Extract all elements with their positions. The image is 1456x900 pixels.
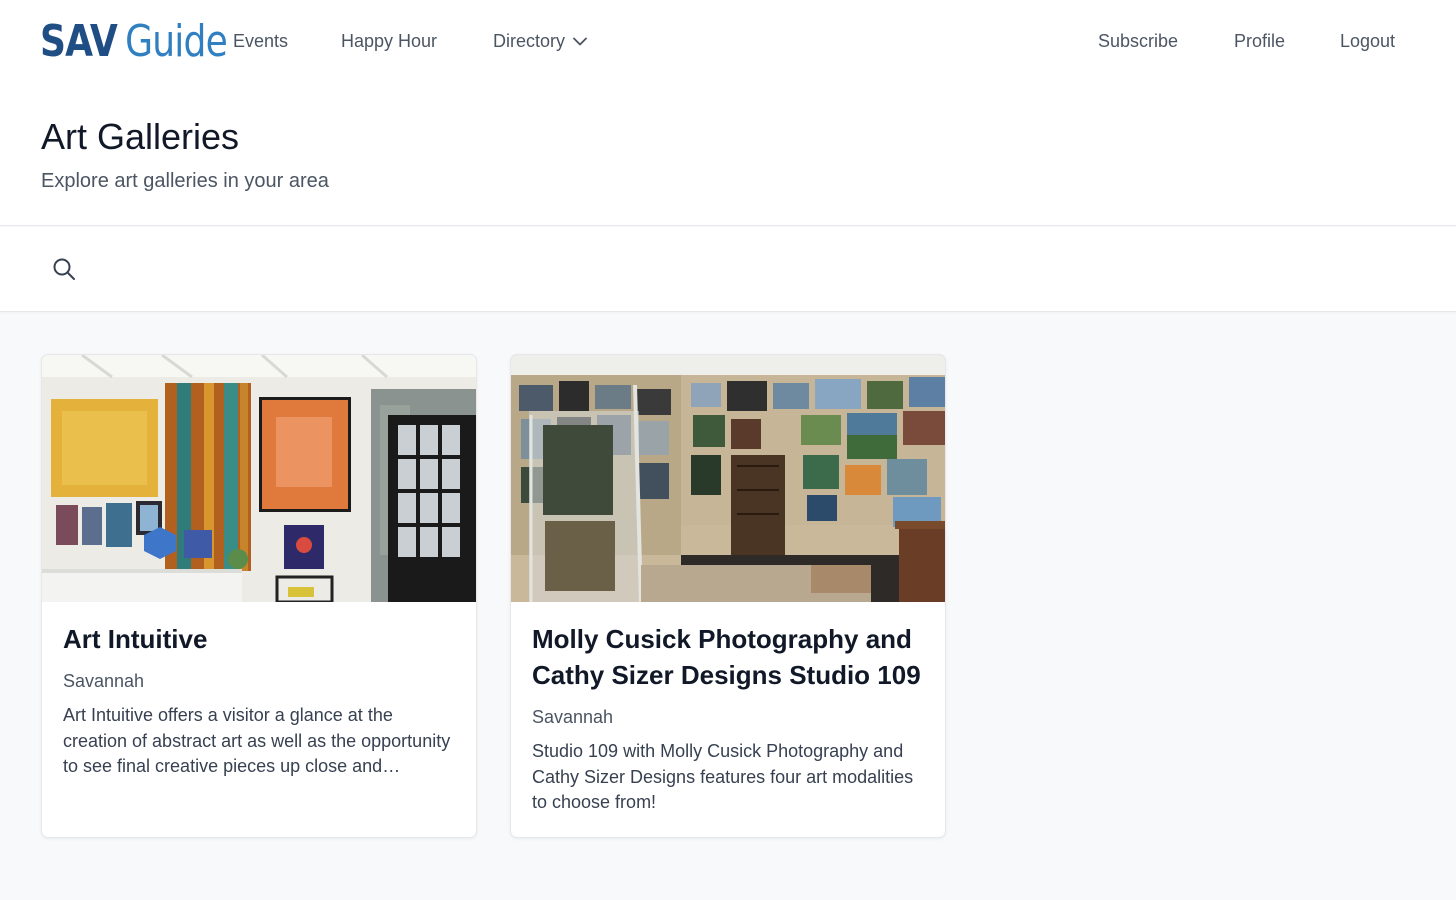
logo-light-text: Guide [125, 16, 228, 67]
page-title: Art Galleries [41, 116, 240, 157]
nav-logout-link[interactable]: Logout [1340, 30, 1395, 52]
gallery-photo-art-intuitive [42, 355, 476, 602]
nav-directory-dropdown[interactable]: Directory [493, 30, 587, 52]
sav-guide-logo[interactable]: SAV Guide [40, 16, 228, 67]
gallery-photo-molly-cusick [511, 355, 945, 602]
logo-bold-text: SAV [40, 16, 118, 67]
search-input[interactable] [92, 245, 1412, 295]
search-icon [53, 258, 75, 280]
card-title[interactable]: Art Intuitive [63, 621, 457, 657]
card-body: Molly Cusick Photography and Cathy Sizer… [532, 621, 926, 816]
nav-happy-hour-link[interactable]: Happy Hour [341, 30, 437, 52]
page-header: Art Galleries Explore art galleries in y… [0, 82, 1456, 226]
nav-directory-label: Directory [493, 31, 566, 51]
top-navigation: SAV Guide Events Happy Hour Directory Su… [0, 0, 1456, 82]
card-description: Art Intuitive offers a visitor a glance … [63, 705, 451, 776]
card-title[interactable]: Molly Cusick Photography and Cathy Sizer… [532, 621, 926, 693]
chevron-down-icon [573, 37, 587, 45]
card-description: Studio 109 with Molly Cusick Photography… [532, 741, 914, 812]
gallery-card-art-intuitive[interactable]: Art Intuitive Savannah Art Intuitive off… [41, 354, 477, 838]
card-body: Art Intuitive Savannah Art Intuitive off… [63, 621, 457, 780]
nav-profile-link[interactable]: Profile [1234, 30, 1285, 52]
page-subtitle: Explore art galleries in your area [41, 170, 329, 192]
card-city: Savannah [63, 671, 145, 691]
gallery-card-molly-cusick[interactable]: Molly Cusick Photography and Cathy Sizer… [510, 354, 946, 838]
nav-events-link[interactable]: Events [233, 30, 288, 52]
card-city: Savannah [532, 707, 614, 727]
search-bar [0, 227, 1456, 312]
nav-subscribe-link[interactable]: Subscribe [1098, 30, 1178, 52]
